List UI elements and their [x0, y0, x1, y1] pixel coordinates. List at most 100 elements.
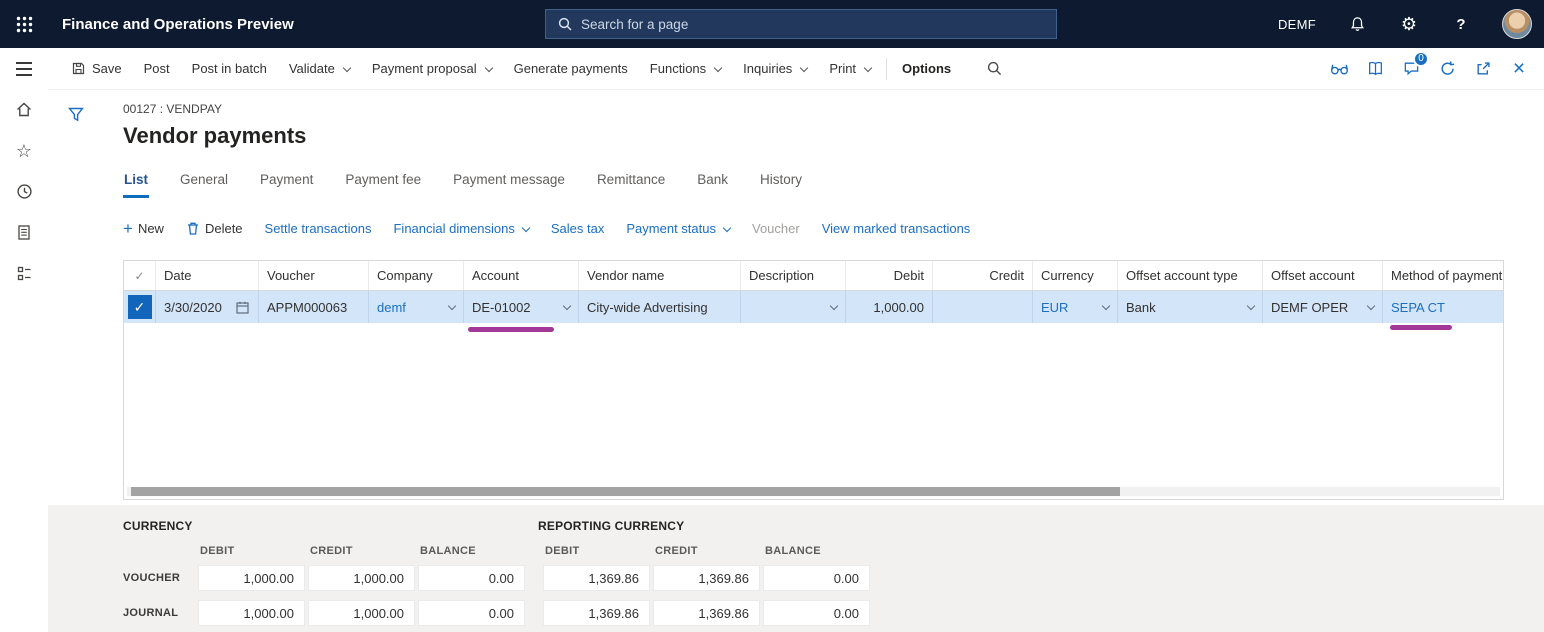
column-header-voucher[interactable]: Voucher: [259, 261, 369, 290]
reporting-journal-balance: 0.00: [763, 600, 870, 626]
refresh-button[interactable]: [1432, 48, 1462, 90]
cell-credit[interactable]: [933, 291, 1033, 323]
post-button[interactable]: Post: [133, 48, 181, 89]
method-of-payment-value[interactable]: SEPA CT: [1391, 300, 1445, 315]
column-header-method-of-payment[interactable]: Method of payment: [1383, 261, 1504, 290]
horizontal-scrollbar[interactable]: [127, 487, 1500, 496]
cell-vendor-name[interactable]: City-wide Advertising: [579, 291, 741, 323]
tab-remittance[interactable]: Remittance: [596, 168, 666, 198]
cell-method-of-payment[interactable]: SEPA CT: [1383, 291, 1504, 323]
options-label: Options: [902, 61, 951, 76]
column-header-debit[interactable]: Debit: [846, 261, 933, 290]
cell-voucher[interactable]: APPM000063: [259, 291, 369, 323]
column-header-account[interactable]: Account: [464, 261, 579, 290]
record-id: 00127 : VENDPAY: [123, 102, 222, 116]
financial-dimensions-menu-button[interactable]: Financial dimensions: [393, 221, 528, 236]
currency-voucher-debit: 1,000.00: [198, 565, 305, 591]
open-in-new-window-button[interactable]: [1468, 48, 1498, 90]
column-header-date[interactable]: Date: [156, 261, 259, 290]
cell-description[interactable]: [741, 291, 846, 323]
settle-transactions-button[interactable]: Settle transactions: [265, 221, 372, 236]
post-in-batch-button[interactable]: Post in batch: [181, 48, 278, 89]
nav-home-button[interactable]: [0, 89, 48, 130]
delete-button[interactable]: Delete: [186, 221, 243, 236]
view-related-button[interactable]: [1324, 48, 1354, 90]
tab-payment[interactable]: Payment: [259, 168, 314, 198]
chevron-down-icon[interactable]: [448, 302, 456, 310]
chevron-down-icon[interactable]: [1102, 302, 1110, 310]
chevron-down-icon[interactable]: [563, 302, 571, 310]
chevron-down-icon[interactable]: [830, 302, 838, 310]
column-header-offset-account-type[interactable]: Offset account type: [1118, 261, 1263, 290]
nav-workspaces-button[interactable]: [0, 212, 48, 253]
user-avatar[interactable]: [1502, 9, 1532, 39]
company-picker[interactable]: DEMF: [1278, 17, 1316, 32]
column-header-currency[interactable]: Currency: [1033, 261, 1118, 290]
clock-icon: [16, 183, 33, 200]
check-icon: ✓: [128, 295, 152, 319]
new-button[interactable]: + New: [123, 220, 164, 237]
grid-row-selected[interactable]: ✓ 3/30/2020 APPM000063: [124, 291, 1503, 323]
messages-button[interactable]: 0: [1396, 48, 1426, 90]
currency-voucher-credit: 1,000.00: [308, 565, 415, 591]
column-header-offset-account[interactable]: Offset account: [1263, 261, 1383, 290]
notifications-button[interactable]: [1346, 0, 1368, 48]
column-header-description[interactable]: Description: [741, 261, 846, 290]
topbar-right-cluster: DEMF ⚙ ?: [1278, 0, 1544, 48]
help-button[interactable]: ?: [1450, 0, 1472, 48]
global-search-input[interactable]: [581, 17, 1044, 32]
cell-date[interactable]: 3/30/2020: [156, 291, 259, 323]
chevron-down-icon[interactable]: [1247, 302, 1255, 310]
tab-payment-fee[interactable]: Payment fee: [344, 168, 422, 198]
tab-general[interactable]: General: [179, 168, 229, 198]
scrollbar-thumb[interactable]: [131, 487, 1120, 496]
cell-currency[interactable]: EUR: [1033, 291, 1118, 323]
cell-offset-account[interactable]: DEMF OPER: [1263, 291, 1383, 323]
payment-status-menu-button[interactable]: Payment status: [626, 221, 730, 236]
cell-company[interactable]: demf: [369, 291, 464, 323]
cell-debit[interactable]: 1,000.00: [846, 291, 933, 323]
view-marked-transactions-button[interactable]: View marked transactions: [822, 221, 971, 236]
tab-bank[interactable]: Bank: [696, 168, 729, 198]
save-button[interactable]: Save: [60, 48, 133, 89]
nav-modules-button[interactable]: [0, 253, 48, 294]
inquiries-label: Inquiries: [743, 61, 792, 76]
inquiries-menu-button[interactable]: Inquiries: [732, 48, 818, 89]
currency-value[interactable]: EUR: [1041, 300, 1068, 315]
cell-offset-account-type[interactable]: Bank: [1118, 291, 1263, 323]
generate-payments-button[interactable]: Generate payments: [503, 48, 639, 89]
settle-transactions-label: Settle transactions: [265, 221, 372, 236]
home-icon: [15, 101, 33, 118]
tab-list[interactable]: List: [123, 168, 149, 198]
nav-favorites-button[interactable]: ☆: [0, 130, 48, 171]
waffle-menu-button[interactable]: [0, 0, 48, 48]
print-menu-button[interactable]: Print: [818, 48, 882, 89]
action-pane-search-button[interactable]: [976, 48, 1013, 89]
sales-tax-button[interactable]: Sales tax: [551, 221, 604, 236]
column-header-company[interactable]: Company: [369, 261, 464, 290]
voucher-button[interactable]: Voucher: [752, 221, 800, 236]
global-search-box[interactable]: [545, 9, 1057, 39]
filter-pane-button[interactable]: [62, 100, 90, 128]
validate-menu-button[interactable]: Validate: [278, 48, 361, 89]
tab-history[interactable]: History: [759, 168, 803, 198]
chevron-down-icon[interactable]: [1367, 302, 1375, 310]
company-value[interactable]: demf: [377, 300, 406, 315]
options-button[interactable]: Options: [891, 48, 962, 89]
settings-button[interactable]: ⚙: [1398, 0, 1420, 48]
tab-payment-message[interactable]: Payment message: [452, 168, 566, 198]
task-guide-button[interactable]: [1360, 48, 1390, 90]
cell-account[interactable]: DE-01002: [464, 291, 579, 323]
nav-recent-button[interactable]: [0, 171, 48, 212]
select-all-checkbox[interactable]: ✓: [124, 261, 156, 290]
column-header-vendor-name[interactable]: Vendor name: [579, 261, 741, 290]
column-header-credit[interactable]: Credit: [933, 261, 1033, 290]
action-pane-divider: [886, 58, 887, 80]
functions-menu-button[interactable]: Functions: [639, 48, 732, 89]
close-page-button[interactable]: ×: [1504, 48, 1534, 90]
calendar-icon[interactable]: [235, 300, 250, 315]
row-checkbox[interactable]: ✓: [124, 291, 156, 323]
reporting-debit-header: DEBIT: [545, 545, 580, 557]
expand-navigation-button[interactable]: [0, 48, 48, 89]
payment-proposal-menu-button[interactable]: Payment proposal: [361, 48, 503, 89]
